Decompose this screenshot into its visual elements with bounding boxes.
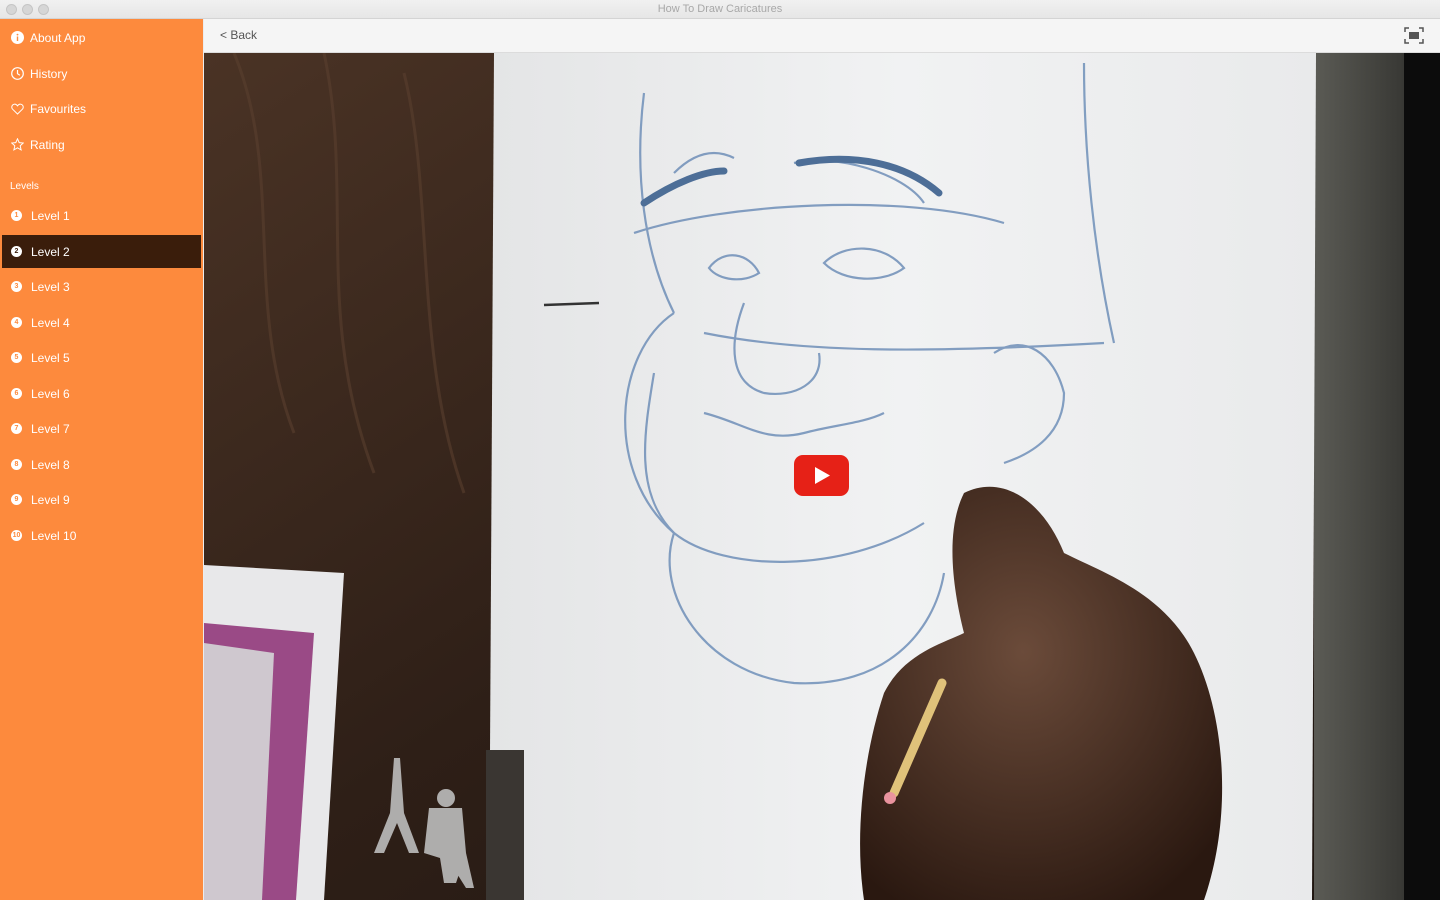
levels-section-header: Levels <box>10 181 39 192</box>
video-player[interactable] <box>204 53 1440 900</box>
sidebar-item-level-1[interactable]: 1 Level 1 <box>2 199 201 232</box>
level-number-icon: 4 <box>11 317 22 328</box>
sidebar-item-label: Level 4 <box>31 315 70 330</box>
sidebar-item-label: About App <box>30 30 86 45</box>
sidebar-item-label: Level 2 <box>31 244 70 259</box>
level-number-icon: 3 <box>11 281 22 292</box>
star-icon <box>10 138 24 152</box>
sidebar-item-label: Favourites <box>30 101 87 116</box>
level-number-icon: 1 <box>11 210 22 221</box>
sidebar-item-label: Level 5 <box>31 350 70 365</box>
sidebar-item-label: Level 8 <box>31 457 70 472</box>
sidebar-item-label: Level 6 <box>31 386 70 401</box>
sidebar-item-history[interactable]: History <box>2 57 201 90</box>
sidebar-item-label: Level 3 <box>31 279 70 294</box>
sidebar-item-level-8[interactable]: 8 Level 8 <box>2 448 201 481</box>
sidebar-item-level-6[interactable]: 6 Level 6 <box>2 377 201 410</box>
sidebar-item-level-3[interactable]: 3 Level 3 <box>2 270 201 303</box>
level-number-icon: 8 <box>11 459 22 470</box>
back-button[interactable]: < Back <box>220 28 257 42</box>
sidebar-item-level-9[interactable]: 9 Level 9 <box>2 483 201 516</box>
level-number-icon: 10 <box>11 530 22 541</box>
level-number-icon: 5 <box>11 352 22 363</box>
heart-icon <box>10 102 24 116</box>
sidebar: About App History Favourites Rating Leve… <box>0 19 203 900</box>
level-number-icon: 2 <box>11 246 22 257</box>
level-number-icon: 7 <box>11 423 22 434</box>
top-toolbar: < Back <box>204 19 1440 53</box>
sidebar-item-favourites[interactable]: Favourites <box>2 92 201 125</box>
sidebar-item-level-7[interactable]: 7 Level 7 <box>2 412 201 445</box>
sidebar-item-about-app[interactable]: About App <box>2 21 201 54</box>
clock-icon <box>10 67 24 81</box>
sidebar-item-label: Level 1 <box>31 208 70 223</box>
sidebar-item-label: Level 10 <box>31 528 77 543</box>
play-icon[interactable] <box>794 455 849 496</box>
sidebar-item-level-4[interactable]: 4 Level 4 <box>2 306 201 339</box>
sidebar-item-rating[interactable]: Rating <box>2 128 201 161</box>
sidebar-item-label: Rating <box>30 137 65 152</box>
sidebar-item-level-10[interactable]: 10 Level 10 <box>2 519 201 552</box>
sidebar-item-level-5[interactable]: 5 Level 5 <box>2 341 201 374</box>
fullscreen-icon[interactable] <box>1404 27 1424 44</box>
title-bar: How To Draw Caricatures <box>0 0 1440 19</box>
sidebar-item-label: Level 7 <box>31 421 70 436</box>
sidebar-item-level-2[interactable]: 2 Level 2 <box>2 235 201 268</box>
sidebar-item-label: History <box>30 66 68 81</box>
sidebar-item-label: Level 9 <box>31 492 70 507</box>
level-number-icon: 9 <box>11 494 22 505</box>
window-title: How To Draw Caricatures <box>657 3 783 15</box>
info-icon <box>10 31 24 45</box>
level-number-icon: 6 <box>11 388 22 399</box>
